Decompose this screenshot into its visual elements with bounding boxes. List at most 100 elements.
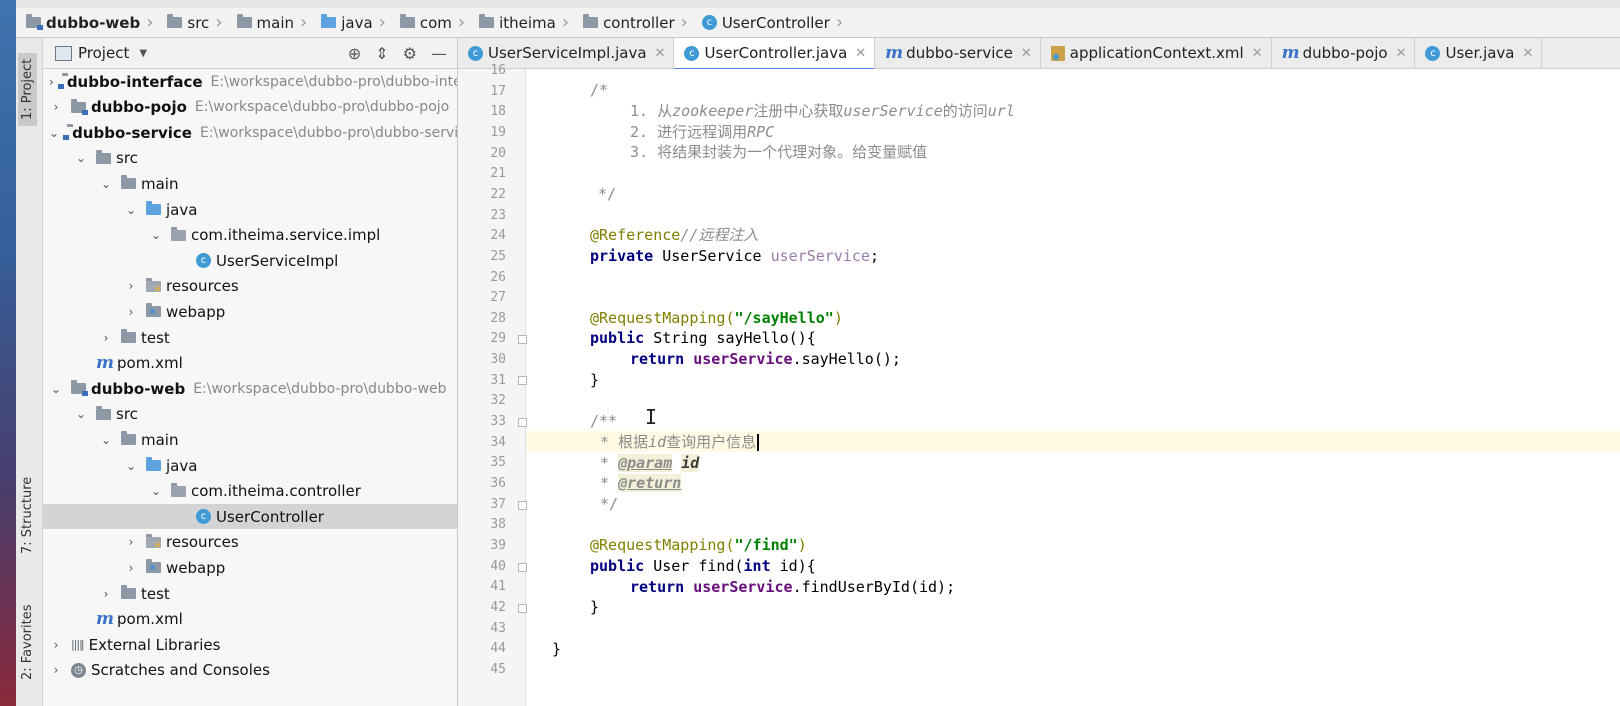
fold-marker[interactable] [518, 501, 527, 510]
chevron-right-icon[interactable]: › [124, 305, 138, 319]
tree-item-label: Scratches and Consoles [91, 661, 270, 680]
folder-icon [121, 431, 136, 446]
fold-marker[interactable] [518, 376, 527, 385]
editor-tab-label: UserServiceImpl.java [488, 44, 647, 62]
code-line: * @return [600, 474, 682, 492]
tree-item[interactable]: ⌄ java [43, 453, 457, 478]
tree-item[interactable]: c UserController [43, 504, 457, 530]
class-icon: c [468, 45, 483, 61]
tree-item[interactable]: › webapp [43, 299, 457, 324]
editor-tab[interactable]: applicationContext.xml ✕ [1041, 38, 1272, 68]
tree-item[interactable]: ⌄ src [43, 402, 457, 427]
editor-tab[interactable]: c User.java ✕ [1415, 38, 1543, 68]
hide-icon[interactable]: — [431, 44, 447, 63]
chevron-right-icon[interactable]: › [49, 75, 54, 89]
close-icon[interactable]: ✕ [1396, 46, 1407, 61]
editor-tab[interactable]: m dubbo-service ✕ [875, 38, 1041, 68]
chevron-right-icon[interactable]: › [49, 100, 63, 114]
tree-item[interactable]: › ◷ Scratches and Consoles [43, 658, 457, 683]
tree-item[interactable]: ⌄ java [43, 197, 457, 222]
project-panel-title[interactable]: Project [78, 44, 129, 62]
chevron-down-icon[interactable]: ⌄ [49, 126, 59, 140]
tree-item[interactable]: ⌄ main [43, 171, 457, 196]
chevron-right-icon[interactable]: › [49, 638, 63, 652]
tree-item[interactable]: › webapp [43, 555, 457, 580]
tab-project-toolwindow[interactable]: 1: Project [18, 52, 37, 126]
breadcrumb-item[interactable]: main › [236, 8, 322, 38]
code-line: */ [600, 495, 619, 513]
breadcrumb-item[interactable]: src › [167, 8, 236, 38]
editor-tab[interactable]: c UserController.java ✕ [674, 38, 876, 70]
tree-item[interactable]: ⌄ com.itheima.controller [43, 479, 457, 504]
chevron-down-icon[interactable]: ⌄ [124, 459, 138, 473]
line-number: 37 [490, 496, 506, 512]
gear-icon[interactable]: ⚙ [403, 44, 417, 63]
chevron-down-icon[interactable]: ⌄ [124, 203, 138, 217]
breadcrumb-label: com [419, 13, 452, 32]
breadcrumb-item[interactable]: c UserController › [701, 8, 857, 38]
tree-item[interactable]: › dubbo-pojo E:\workspace\dubbo-pro\dubbo-… [43, 95, 457, 120]
close-icon[interactable]: ✕ [1021, 46, 1032, 61]
breadcrumb-item[interactable]: java › [321, 8, 400, 38]
line-number: 28 [490, 310, 506, 326]
chevron-right-icon[interactable]: › [124, 561, 138, 575]
editor-tab[interactable]: m dubbo-pojo ✕ [1272, 38, 1416, 68]
chevron-down-icon[interactable]: ⌄ [149, 484, 163, 498]
tree-item[interactable]: ⌄ com.itheima.service.impl [43, 223, 457, 248]
folder-icon [96, 149, 111, 164]
tree-item[interactable]: m pom.xml [43, 607, 457, 632]
tree-item[interactable]: › resources [43, 274, 457, 299]
line-number: 26 [490, 269, 506, 285]
chevron-right-icon: › [378, 12, 386, 33]
breadcrumb-item[interactable]: com › [399, 8, 479, 38]
chevron-right-icon[interactable]: › [99, 331, 113, 345]
fold-marker[interactable] [518, 418, 527, 427]
tree-item[interactable]: › |||‖ External Libraries [43, 632, 457, 657]
tab-structure-toolwindow[interactable]: 7: Structure [18, 471, 37, 560]
chevron-right-icon[interactable]: › [99, 587, 113, 601]
chevron-right-icon[interactable]: › [49, 663, 63, 677]
tree-item[interactable]: › resources [43, 530, 457, 555]
tree-item[interactable]: › test [43, 325, 457, 350]
tree-item[interactable]: › test [43, 581, 457, 606]
tree-item[interactable]: ⌄ main [43, 427, 457, 452]
chevron-right-icon[interactable]: › [124, 535, 138, 549]
tab-favorites-toolwindow[interactable]: 2: Favorites [18, 598, 37, 686]
mouse-ibeam-cursor: I [645, 405, 658, 429]
breadcrumb-item[interactable]: dubbo-web › [26, 8, 167, 38]
chevron-down-icon[interactable]: ⌄ [149, 228, 163, 242]
breadcrumb-item[interactable]: controller › [583, 8, 702, 38]
tree-item[interactable]: ⌄ src [43, 146, 457, 171]
tree-item[interactable]: ⌄ dubbo-web E:\workspace\dubbo-pro\dubbo-w… [43, 376, 457, 401]
chevron-down-icon[interactable]: ⌄ [99, 177, 113, 191]
code-editor[interactable] [526, 69, 1620, 706]
fold-marker[interactable] [518, 604, 527, 613]
collapse-all-icon[interactable]: ⇕ [375, 44, 388, 63]
code-line: @Reference//远程注入 [590, 226, 759, 244]
close-icon[interactable]: ✕ [1523, 46, 1534, 61]
tree-item-label: pom.xml [117, 610, 183, 629]
chevron-down-icon[interactable]: ⌄ [74, 151, 88, 165]
close-icon[interactable]: ✕ [855, 46, 866, 61]
line-number: 22 [490, 186, 506, 202]
libraries-icon: |||‖ [71, 638, 85, 652]
tree-item[interactable]: ⌄ dubbo-service E:\workspace\dubbo-pro\dub… [43, 120, 457, 145]
close-icon[interactable]: ✕ [655, 46, 666, 61]
chevron-down-icon[interactable]: ⌄ [74, 407, 88, 421]
chevron-down-icon[interactable]: ⌄ [49, 382, 63, 396]
fold-marker[interactable] [518, 335, 527, 344]
tree-item-label: test [141, 328, 170, 347]
close-icon[interactable]: ✕ [1252, 46, 1263, 61]
chevron-down-icon[interactable]: ⌄ [99, 433, 113, 447]
fold-marker[interactable] [518, 563, 527, 572]
locate-icon[interactable]: ⊕ [348, 44, 361, 63]
tree-item[interactable]: m pom.xml [43, 351, 457, 376]
chevron-down-icon[interactable]: ▼ [139, 48, 147, 59]
maven-icon: m [885, 43, 904, 63]
line-number: 29 [490, 331, 506, 347]
chevron-right-icon[interactable]: › [124, 279, 138, 293]
breadcrumb-item[interactable]: itheima › [479, 8, 583, 38]
line-number: 31 [490, 372, 506, 388]
tree-item[interactable]: c UserServiceImpl [43, 248, 457, 273]
tree-item[interactable]: › dubbo-interface E:\workspace\dubbo-pro\d… [43, 69, 457, 94]
